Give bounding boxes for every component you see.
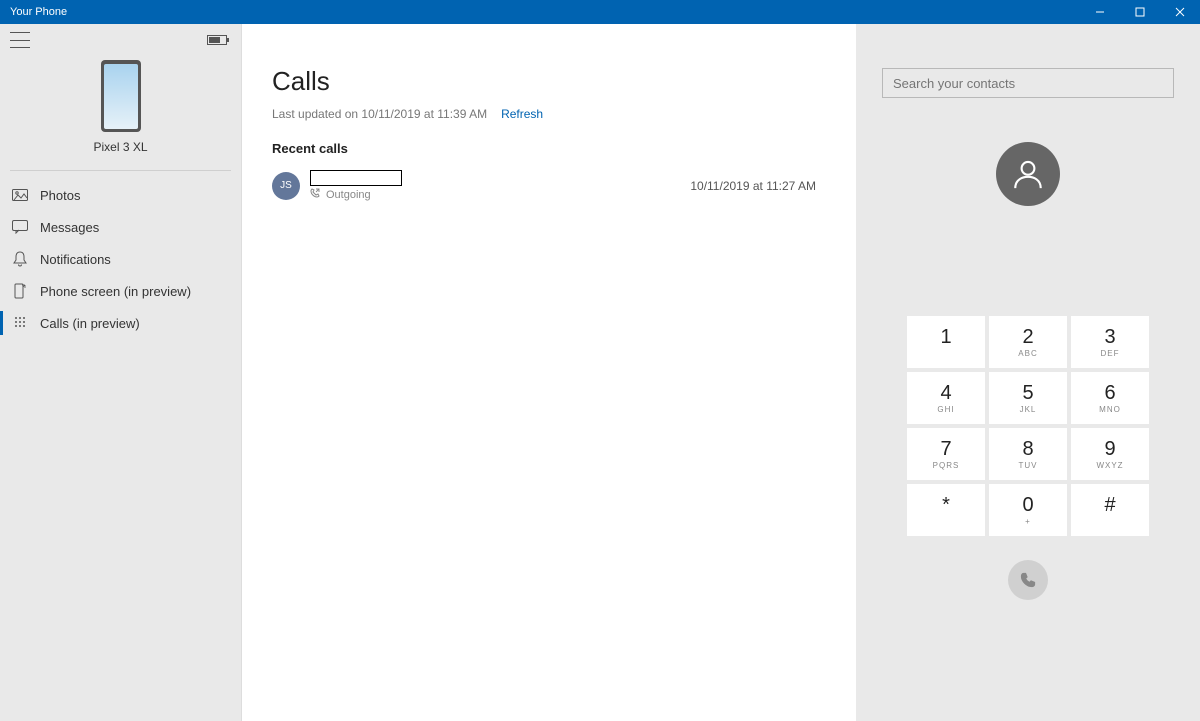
sidebar-item-photos[interactable]: Photos xyxy=(0,179,241,211)
dial-key-number: 7 xyxy=(940,439,951,459)
search-contacts-input[interactable] xyxy=(882,68,1174,98)
dialer-panel: 12ABC3DEF4GHI5JKL6MNO7PQRS8TUV9WXYZ*0+# xyxy=(856,24,1200,721)
dial-key-6[interactable]: 6 MNO xyxy=(1071,372,1149,424)
sidebar: Pixel 3 XL Photos Messages Notification xyxy=(0,24,242,721)
title-bar: Your Phone xyxy=(0,0,1200,24)
dial-key-number: 6 xyxy=(1104,383,1115,403)
phone-screen-icon xyxy=(12,283,28,299)
call-direction-label: Outgoing xyxy=(326,189,371,201)
dial-key-number: * xyxy=(942,495,950,515)
bell-icon xyxy=(12,251,28,267)
device-name: Pixel 3 XL xyxy=(93,140,147,154)
photos-icon xyxy=(12,187,28,203)
dial-key-letters: DEF xyxy=(1101,349,1120,358)
call-timestamp: 10/11/2019 at 11:27 AM xyxy=(690,179,826,193)
dial-key-number: 4 xyxy=(940,383,951,403)
page-title: Calls xyxy=(272,66,826,97)
call-row[interactable]: JS Outgoing 10/11/2019 at 11:27 AM xyxy=(272,166,826,205)
dial-key-letters: GHI xyxy=(937,405,954,414)
dial-key-number: 5 xyxy=(1022,383,1033,403)
dial-key-letters: TUV xyxy=(1019,461,1038,470)
hamburger-menu-icon[interactable] xyxy=(10,32,30,48)
sidebar-item-phone-screen[interactable]: Phone screen (in preview) xyxy=(0,275,241,307)
outgoing-call-icon xyxy=(310,188,320,201)
dial-key-number: 1 xyxy=(940,327,951,347)
device-thumbnail[interactable]: Pixel 3 XL xyxy=(0,48,241,162)
sidebar-item-label: Notifications xyxy=(40,252,111,267)
dial-key-number: 3 xyxy=(1104,327,1115,347)
dial-key-7[interactable]: 7 PQRS xyxy=(907,428,985,480)
dial-key-letters: WXYZ xyxy=(1096,461,1123,470)
battery-icon xyxy=(207,35,227,45)
dial-key-number: 0 xyxy=(1022,495,1033,515)
dial-key-#[interactable]: # xyxy=(1071,484,1149,536)
divider xyxy=(10,170,231,171)
nav: Photos Messages Notifications Phone scre… xyxy=(0,175,241,339)
dial-key-9[interactable]: 9 WXYZ xyxy=(1071,428,1149,480)
app-title: Your Phone xyxy=(10,6,67,18)
dial-key-letters: ABC xyxy=(1018,349,1037,358)
call-button[interactable] xyxy=(1008,560,1048,600)
contact-name-redacted xyxy=(310,170,402,186)
sidebar-item-messages[interactable]: Messages xyxy=(0,211,241,243)
sidebar-item-label: Phone screen (in preview) xyxy=(40,284,191,299)
main-panel: Calls Last updated on 10/11/2019 at 11:3… xyxy=(242,24,856,721)
dial-key-5[interactable]: 5 JKL xyxy=(989,372,1067,424)
dial-key-1[interactable]: 1 xyxy=(907,316,985,368)
dial-key-letters: MNO xyxy=(1099,405,1121,414)
sidebar-item-label: Calls (in preview) xyxy=(40,316,140,331)
dial-key-4[interactable]: 4 GHI xyxy=(907,372,985,424)
dial-key-0[interactable]: 0+ xyxy=(989,484,1067,536)
recent-calls-header: Recent calls xyxy=(272,141,826,156)
dial-key-letters: JKL xyxy=(1020,405,1037,414)
dial-key-3[interactable]: 3 DEF xyxy=(1071,316,1149,368)
last-updated-text: Last updated on 10/11/2019 at 11:39 AM xyxy=(272,107,487,121)
contact-placeholder-avatar xyxy=(996,142,1060,206)
dial-key-*[interactable]: * xyxy=(907,484,985,536)
dial-key-number: 8 xyxy=(1022,439,1033,459)
dial-pad: 12ABC3DEF4GHI5JKL6MNO7PQRS8TUV9WXYZ*0+# xyxy=(907,316,1149,536)
minimize-button[interactable] xyxy=(1080,0,1120,24)
refresh-link[interactable]: Refresh xyxy=(501,107,543,121)
close-button[interactable] xyxy=(1160,0,1200,24)
dial-key-number: # xyxy=(1104,495,1115,515)
sidebar-item-notifications[interactable]: Notifications xyxy=(0,243,241,275)
maximize-button[interactable] xyxy=(1120,0,1160,24)
sidebar-item-calls[interactable]: Calls (in preview) xyxy=(0,307,241,339)
contact-avatar: JS xyxy=(272,172,300,200)
sidebar-item-label: Messages xyxy=(40,220,99,235)
dial-key-8[interactable]: 8 TUV xyxy=(989,428,1067,480)
dial-key-number: 9 xyxy=(1104,439,1115,459)
dialpad-icon xyxy=(12,315,28,331)
dial-key-letters: + xyxy=(1025,517,1031,526)
dial-key-2[interactable]: 2 ABC xyxy=(989,316,1067,368)
sidebar-item-label: Photos xyxy=(40,188,80,203)
messages-icon xyxy=(12,219,28,235)
dial-key-letters: PQRS xyxy=(933,461,960,470)
dial-key-number: 2 xyxy=(1022,327,1033,347)
